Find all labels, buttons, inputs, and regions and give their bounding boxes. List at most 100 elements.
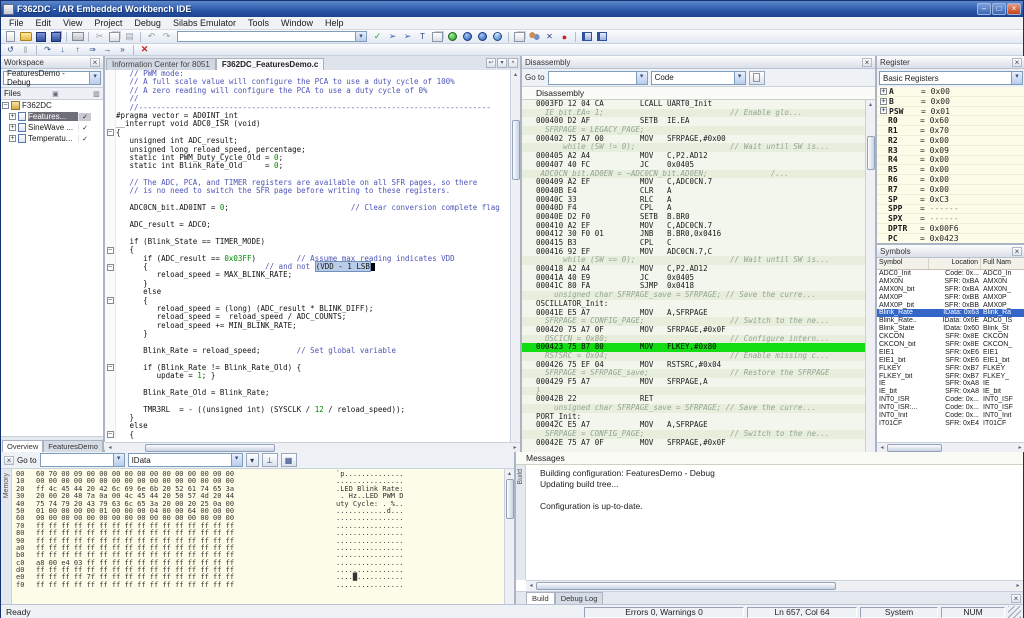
menu-project[interactable]: Project — [88, 18, 128, 28]
menu-window[interactable]: Window — [275, 18, 319, 28]
open-folder-icon[interactable] — [19, 31, 32, 42]
scroll-up-icon[interactable]: ▴ — [505, 469, 515, 479]
memory-close-icon[interactable]: × — [4, 456, 14, 465]
compare-files-icon[interactable] — [513, 31, 526, 42]
scroll-right-icon[interactable]: ▸ — [1015, 443, 1024, 453]
symbols-horizontal-scrollbar[interactable]: ◂ ▸ — [877, 442, 1024, 452]
editor-horizontal-scrollbar[interactable]: ◂ ▸ — [105, 442, 520, 452]
fold-collapse-icon[interactable]: − — [105, 129, 116, 137]
symbol-row-flkey[interactable]: FLKEYSFR: 0xB7FLKEY — [877, 365, 1024, 373]
disassembly-close-icon[interactable]: × — [862, 58, 872, 67]
messages-hscroll-thumb[interactable] — [536, 582, 836, 590]
scroll-right-icon[interactable]: ▸ — [510, 443, 520, 453]
register-group-select[interactable]: Basic Registers ▾ — [879, 71, 1023, 85]
symbol-row-flkey-bit[interactable]: FLKEY_bitSFR: 0xB7FLKEY_ — [877, 373, 1024, 381]
output-column-icon[interactable]: ▥ — [90, 90, 103, 98]
close-button[interactable]: × — [1007, 3, 1021, 15]
messages-horizontal-scrollbar[interactable]: ◂ ▸ — [526, 580, 1023, 591]
globe-browse-icon[interactable] — [491, 31, 504, 42]
symbol-row-int0-init[interactable]: INT0_InitCode: 0x...INT0_Init — [877, 412, 1024, 420]
build-status-column-icon[interactable]: ▣ — [49, 90, 62, 98]
paste-icon[interactable]: ▤ — [123, 31, 136, 42]
pointer-add-icon[interactable]: ➢ — [401, 31, 414, 42]
memory-goto-input[interactable]: ▾ — [40, 453, 125, 467]
layout-window-icon[interactable] — [431, 31, 444, 42]
editor-tab-menu-button[interactable]: ▾ — [497, 58, 507, 68]
memory-format-button[interactable]: ⊥ — [262, 453, 278, 467]
save-icon[interactable] — [34, 31, 47, 42]
symbol-row-eie1[interactable]: EIE1SFR: 0xE6EIE1 — [877, 349, 1024, 357]
break-icon[interactable]: ‖ — [19, 44, 32, 55]
expand-icon[interactable]: + — [880, 107, 887, 114]
editor-tab-f362dc-featuresdemo-c[interactable]: F362DC_FeaturesDemo.c — [216, 58, 324, 70]
symbol-row-ckcon[interactable]: CKCONSFR: 0x8ECKCON — [877, 333, 1024, 341]
step-over-icon[interactable]: ↷ — [41, 44, 54, 55]
menu-view[interactable]: View — [57, 18, 88, 28]
expand-icon[interactable]: + — [880, 98, 887, 105]
editor-tab-information-center-for-8051[interactable]: Information Center for 8051 — [106, 58, 216, 70]
symbol-row-amx0n-bit[interactable]: AMX0N_bitSFR: 0xBAAMX0N_ — [877, 286, 1024, 294]
register-row-r4[interactable]: R4= 0x00 — [877, 156, 1024, 166]
find-combo[interactable]: ▾ — [177, 31, 367, 42]
symbol-row-eie1-bit[interactable]: EIE1_bitSFR: 0xE6EIE1_bit — [877, 357, 1024, 365]
register-row-b[interactable]: +B= 0x00 — [877, 97, 1024, 107]
symbol-row-int0-isr[interactable]: INT0_ISRCode: 0x...INT0_ISF — [877, 396, 1024, 404]
tree-node-sinewave[interactable]: +SineWave ...✓ — [1, 122, 103, 133]
symbol-row-adc0-init[interactable]: ADC0_InitCode: 0x...ADC0_In — [877, 270, 1024, 278]
memory-vscroll-thumb[interactable] — [506, 479, 514, 519]
menu-tools[interactable]: Tools — [242, 18, 275, 28]
menu-file[interactable]: File — [3, 18, 30, 28]
disasm-mode-select[interactable]: Code ▾ — [651, 71, 746, 85]
disasm-vscroll-thumb[interactable] — [867, 136, 875, 170]
next-statement-icon[interactable]: ⇒ — [86, 44, 99, 55]
ball-blue-prev-icon[interactable] — [476, 31, 489, 42]
scroll-left-icon[interactable]: ◂ — [877, 443, 887, 453]
expand-icon[interactable]: + — [9, 135, 16, 142]
memory-zone-select[interactable]: IData ▾ — [128, 453, 243, 467]
symbol-row-ie-bit[interactable]: IE_bitSFR: 0xA8IE_bit — [877, 388, 1024, 396]
run-ball-green-icon[interactable] — [446, 31, 459, 42]
symbol-row-amx0p[interactable]: AMX0PSFR: 0xBBAMX0P — [877, 294, 1024, 302]
register-row-spx[interactable]: SPX= ------ — [877, 214, 1024, 224]
register-row-r7[interactable]: R7= 0x00 — [877, 185, 1024, 195]
register-row-r3[interactable]: R3= 0x09 — [877, 146, 1024, 156]
menu-edit[interactable]: Edit — [30, 18, 58, 28]
register-row-dptr[interactable]: DPTR= 0x00F6 — [877, 224, 1024, 234]
messages-tab-debug-log[interactable]: Debug Log — [555, 592, 604, 604]
disassembly-listing[interactable]: 0003FD 12 04 CA LCALL UART0_Init IE_bit.… — [522, 100, 865, 452]
menu-help[interactable]: Help — [319, 18, 350, 28]
minimize-button[interactable]: – — [977, 3, 991, 15]
symbol-row-ie[interactable]: IESFR: 0xA8IE — [877, 380, 1024, 388]
user-red-icon[interactable]: ● — [558, 31, 571, 42]
menu-debug[interactable]: Debug — [128, 18, 167, 28]
location-column-header[interactable]: Location — [929, 258, 981, 269]
scroll-up-icon[interactable]: ▴ — [866, 100, 876, 110]
symbol-column-header[interactable]: Symbol — [877, 258, 929, 269]
tree-node-features[interactable]: +Features...✓ — [1, 111, 103, 122]
symbol-row-amx0n[interactable]: AMX0NSFR: 0xBAAMX0N — [877, 278, 1024, 286]
step-into-icon[interactable]: ↓ — [56, 44, 69, 55]
scroll-up-icon[interactable]: ▴ — [511, 70, 521, 80]
symbol-row-amx0p-bit[interactable]: AMX0P_bitSFR: 0xBBAMX0P_ — [877, 302, 1024, 310]
symbol-row-ckcon-bit[interactable]: CKCON_bitSFR: 0x8ECKCON_ — [877, 341, 1024, 349]
edit-pencil-icon[interactable]: ✓ — [371, 31, 384, 42]
workspace-config-select[interactable]: FeaturesDemo - Debug ▾ — [3, 71, 101, 85]
disasm-vertical-scrollbar[interactable]: ▴ — [865, 100, 875, 452]
menu-silabs-emulator[interactable]: Silabs Emulator — [167, 18, 242, 28]
resize-grip[interactable] — [1008, 606, 1021, 618]
register-row-pc[interactable]: PC= 0x0423 — [877, 234, 1024, 243]
memory-vertical-scrollbar[interactable]: ▴ — [504, 469, 514, 604]
fold-collapse-icon[interactable]: − — [105, 263, 116, 271]
messages-close-icon[interactable]: × — [1011, 594, 1021, 603]
expand-icon[interactable]: + — [9, 124, 16, 131]
editor-close-button[interactable]: × — [508, 58, 518, 68]
workspace-tab-overview[interactable]: Overview — [2, 440, 43, 452]
fold-collapse-icon[interactable]: − — [105, 431, 116, 439]
register-row-r2[interactable]: R2= 0x00 — [877, 136, 1024, 146]
debug-without-downloading-icon[interactable] — [595, 31, 608, 42]
save-all-icon[interactable] — [49, 31, 62, 42]
cut-icon[interactable]: ✂ — [93, 31, 106, 42]
disasm-page-button[interactable] — [749, 71, 765, 85]
register-row-sp[interactable]: SP= 0xC3 — [877, 195, 1024, 205]
symbol-row-blink-rate[interactable]: Blink_Rate..IData: 0x6EADC0_IS — [877, 317, 1024, 325]
